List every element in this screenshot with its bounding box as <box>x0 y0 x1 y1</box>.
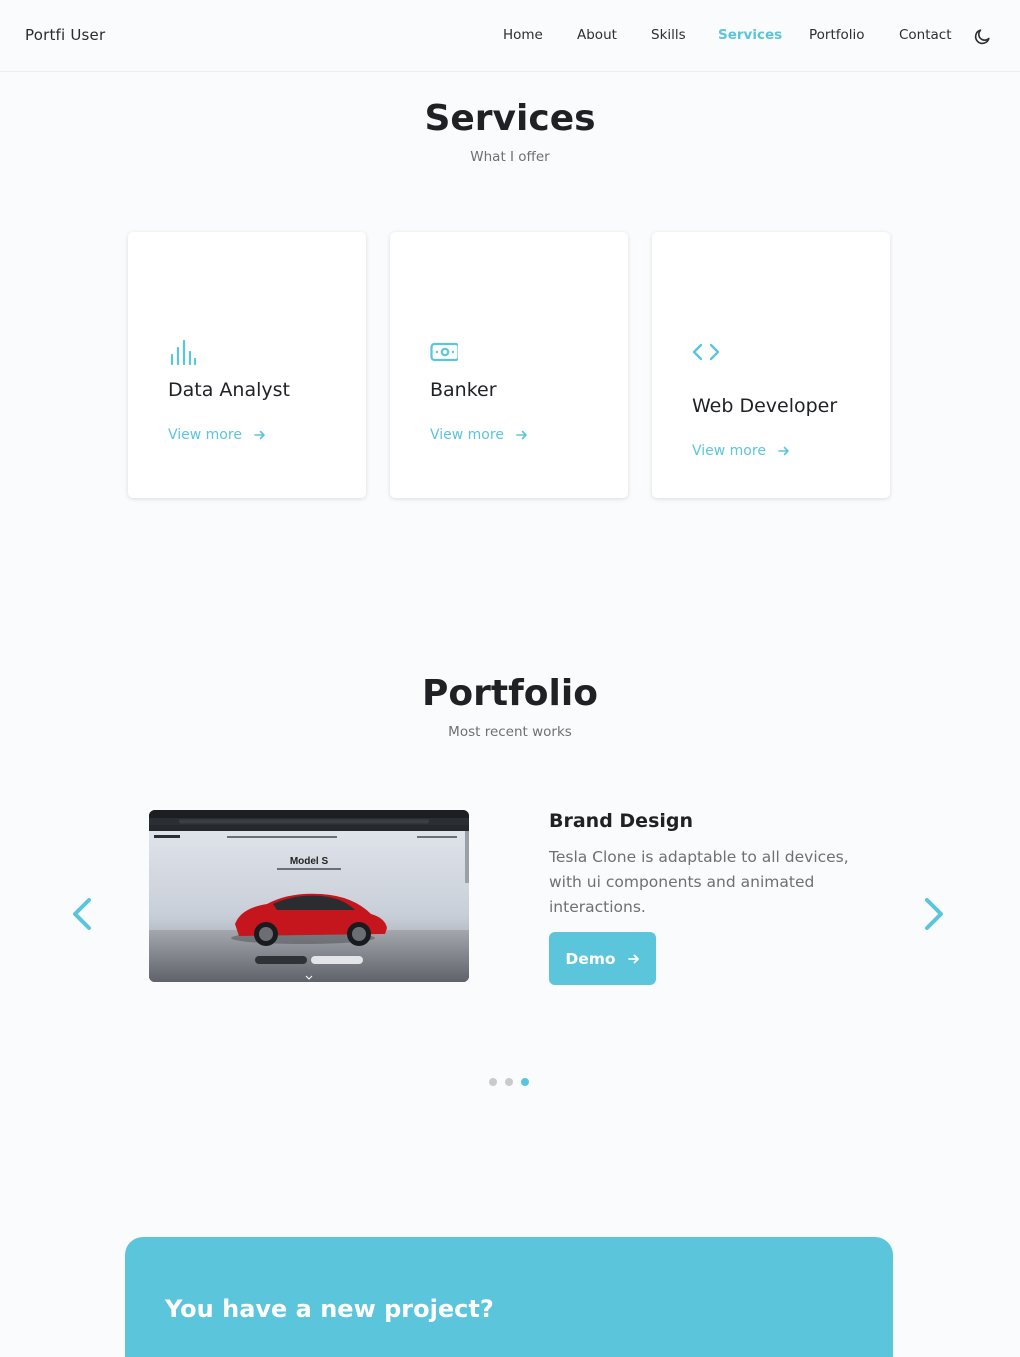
service-title: Web Developer <box>692 395 838 417</box>
project-description: Tesla Clone is adaptable to all devices,… <box>549 848 849 916</box>
arrow-right-icon <box>627 954 639 963</box>
view-more-label: View more <box>692 443 766 459</box>
service-card-web-developer: Web Developer View more <box>652 232 890 498</box>
services-title: Services <box>424 98 596 139</box>
tesla-clone-preview: Model S <box>149 810 469 982</box>
demo-button-label: Demo <box>565 949 616 968</box>
view-more-link[interactable]: View more <box>430 427 528 443</box>
pagination-dot[interactable] <box>489 1078 497 1086</box>
portfolio-subtitle: Most recent works <box>448 724 572 740</box>
chevron-left-icon[interactable] <box>70 896 94 932</box>
project-title: Brand Design <box>549 810 694 832</box>
nav-contact[interactable]: Contact <box>899 27 952 43</box>
arrow-right-icon <box>254 430 265 440</box>
site-header: Portfi User Home About Skills Services P… <box>0 0 1020 72</box>
service-title: Data Analyst <box>168 379 290 401</box>
pagination-dot-active[interactable] <box>521 1078 529 1086</box>
arrow-right-icon <box>516 430 527 440</box>
arrow-right-icon <box>778 446 789 456</box>
view-more-label: View more <box>168 427 242 443</box>
nav-about[interactable]: About <box>577 27 617 43</box>
service-card-banker: Banker View more <box>390 232 628 498</box>
nav-services[interactable]: Services <box>718 27 782 43</box>
project-screenshot: Model S <box>149 810 469 982</box>
bar-chart-icon <box>170 339 196 366</box>
banner-title: You have a new project? <box>165 1295 494 1323</box>
chevron-right-icon[interactable] <box>922 896 946 932</box>
moon-icon[interactable] <box>973 27 992 46</box>
service-title: Banker <box>430 379 497 401</box>
view-more-link[interactable]: View more <box>168 427 266 443</box>
demo-button[interactable]: Demo <box>549 932 656 985</box>
view-more-label: View more <box>430 427 504 443</box>
site-logo[interactable]: Portfi User <box>25 26 105 44</box>
portfolio-title: Portfolio <box>422 673 598 714</box>
nav-skills[interactable]: Skills <box>651 27 686 43</box>
view-more-link[interactable]: View more <box>692 443 790 459</box>
new-project-banner: You have a new project? <box>125 1237 893 1357</box>
code-icon <box>692 343 720 361</box>
service-card-data-analyst: Data Analyst View more <box>128 232 366 498</box>
pagination-dot[interactable] <box>505 1078 513 1086</box>
services-subtitle: What I offer <box>470 149 550 165</box>
preview-heading: Model S <box>290 856 329 867</box>
nav-home[interactable]: Home <box>503 27 543 43</box>
money-bill-icon <box>430 342 458 362</box>
nav-portfolio[interactable]: Portfolio <box>809 27 865 43</box>
